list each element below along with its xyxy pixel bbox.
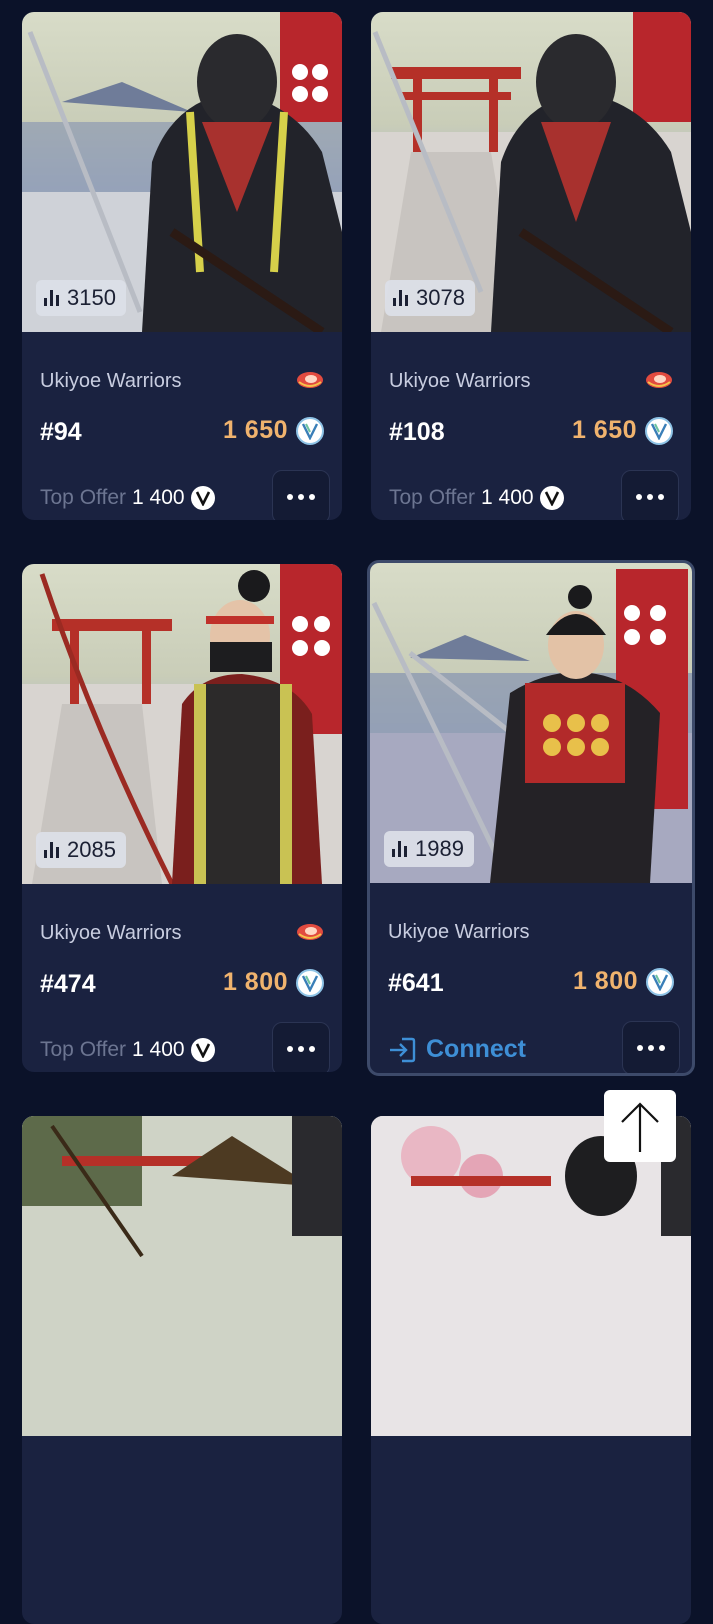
price-value: 1 800 (222, 968, 288, 996)
steak-badge-icon (297, 372, 323, 388)
collection-name[interactable]: Ukiyoe Warriors (40, 370, 182, 393)
dot-icon (648, 1045, 654, 1051)
nft-artwork[interactable]: 2085 (22, 564, 342, 884)
rarity-rank: 3078 (416, 285, 465, 310)
collection-name[interactable]: Ukiyoe Warriors (388, 921, 530, 944)
dot-icon (298, 494, 304, 500)
nft-info: Ukiyoe Warriors #94 1 650 Top Offer 1 40… (22, 332, 342, 520)
dot-icon (287, 1046, 293, 1052)
steak-badge-icon (646, 372, 672, 388)
nft-card-selected[interactable]: 1989 Ukiyoe Warriors #641 1 800 Connect (367, 560, 695, 1076)
top-offer-label: Top Offer (389, 486, 475, 509)
vet-token-icon (190, 486, 215, 510)
nft-card[interactable]: 3078 Ukiyoe Warriors #108 1 650 Top Offe… (371, 12, 691, 520)
collection-name[interactable]: Ukiyoe Warriors (40, 922, 182, 945)
dot-icon (659, 1045, 665, 1051)
top-offer-label: Top Offer (40, 1038, 126, 1061)
nft-artwork[interactable] (22, 1116, 342, 1436)
price-value: 1 800 (572, 967, 638, 995)
nft-card[interactable]: 2085 Ukiyoe Warriors #474 1 800 Top Offe… (22, 564, 342, 1072)
dot-icon (636, 494, 642, 500)
vet-token-icon (645, 416, 673, 445)
more-options-button[interactable] (272, 1022, 330, 1072)
bar-chart-icon (44, 290, 59, 306)
dot-icon (647, 494, 653, 500)
top-offer: Top Offer 1 400 (40, 486, 215, 510)
dot-icon (637, 1045, 643, 1051)
vet-token-icon (646, 967, 674, 996)
rarity-rank-badge: 2085 (36, 832, 126, 868)
login-icon (390, 1037, 416, 1062)
nft-card[interactable]: 3150 Ukiyoe Warriors #94 1 650 Top Offer… (22, 12, 342, 520)
blossom-samurai-image (371, 1116, 691, 1436)
vet-token-icon (190, 1038, 215, 1062)
rarity-rank-badge: 1989 (384, 831, 474, 867)
token-id[interactable]: #94 (40, 418, 82, 447)
nft-info: Ukiyoe Warriors #474 1 800 Top Offer 1 4… (22, 884, 342, 1072)
straw-hat-samurai-image (22, 1116, 342, 1436)
nft-info: Ukiyoe Warriors #108 1 650 Top Offer 1 4… (371, 332, 691, 520)
rarity-rank: 3150 (67, 285, 116, 310)
dot-icon (309, 1046, 315, 1052)
nft-artwork[interactable]: 3078 (371, 12, 691, 332)
listing-price: 1 800 (223, 968, 324, 997)
connect-button[interactable]: Connect (388, 1035, 526, 1064)
connect-label: Connect (426, 1035, 526, 1063)
rarity-rank-badge: 3150 (36, 280, 126, 316)
rarity-rank: 2085 (67, 837, 116, 862)
top-offer: Top Offer 1 400 (40, 1038, 215, 1062)
bar-chart-icon (392, 841, 407, 857)
nft-grid: 3150 Ukiyoe Warriors #94 1 650 Top Offer… (0, 0, 713, 1624)
top-offer-label: Top Offer (40, 486, 126, 509)
more-options-button[interactable] (622, 1021, 680, 1073)
listing-price: 1 650 (572, 416, 673, 445)
token-id[interactable]: #108 (389, 418, 445, 447)
dot-icon (287, 494, 293, 500)
nft-artwork[interactable] (371, 1116, 691, 1436)
rarity-rank-badge: 3078 (385, 280, 475, 316)
listing-price: 1 800 (573, 967, 674, 996)
price-value: 1 650 (571, 416, 637, 444)
dot-icon (658, 494, 664, 500)
dot-icon (298, 1046, 304, 1052)
steak-badge-icon (297, 924, 323, 940)
nft-artwork[interactable]: 3150 (22, 12, 342, 332)
vet-token-icon (296, 968, 324, 997)
nft-card[interactable] (22, 1116, 342, 1624)
nft-artwork[interactable]: 1989 (370, 563, 692, 883)
scroll-to-top-button[interactable] (604, 1090, 676, 1162)
listing-price: 1 650 (223, 416, 324, 445)
dot-icon (309, 494, 315, 500)
more-options-button[interactable] (272, 470, 330, 520)
vet-token-icon (539, 486, 564, 510)
top-offer-value: 1 400 (132, 1038, 185, 1061)
vet-token-icon (296, 416, 324, 445)
bar-chart-icon (393, 290, 408, 306)
nft-info: Ukiyoe Warriors #641 1 800 Connect (370, 883, 692, 1073)
price-value: 1 650 (222, 416, 288, 444)
top-offer-value: 1 400 (481, 486, 534, 509)
top-offer-value: 1 400 (132, 486, 185, 509)
more-options-button[interactable] (621, 470, 679, 520)
nft-card[interactable] (371, 1116, 691, 1624)
collection-name[interactable]: Ukiyoe Warriors (389, 370, 531, 393)
rarity-rank: 1989 (415, 836, 464, 861)
token-id[interactable]: #641 (388, 969, 444, 998)
bar-chart-icon (44, 842, 59, 858)
arrow-up-icon (621, 1102, 659, 1152)
top-offer: Top Offer 1 400 (389, 486, 564, 510)
token-id[interactable]: #474 (40, 970, 96, 999)
